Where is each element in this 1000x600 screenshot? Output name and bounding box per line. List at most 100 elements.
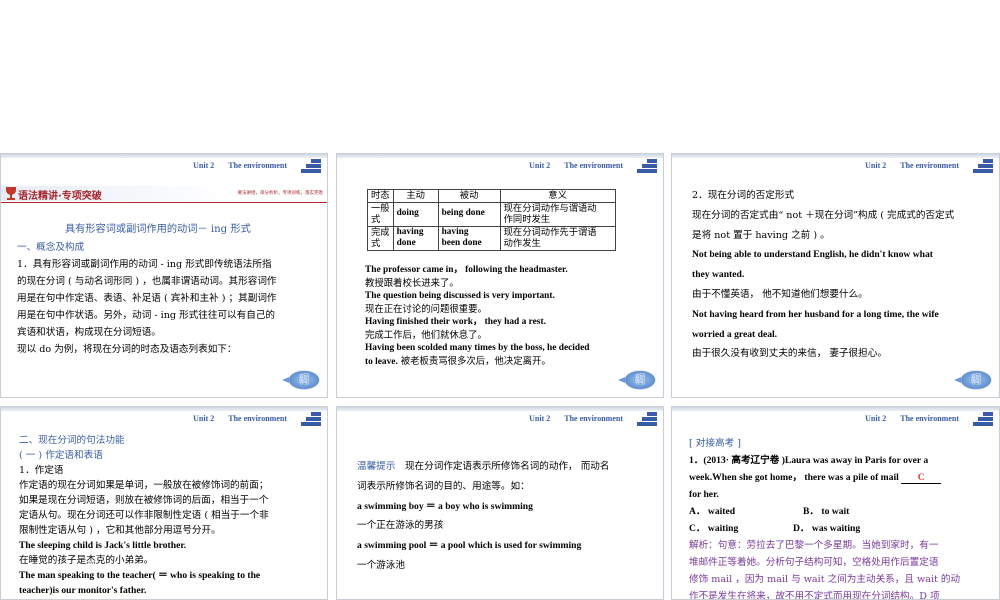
banner-title: 语法精讲·专项突破 [18, 191, 102, 202]
slide-header: Unit 2 The environment [865, 161, 959, 170]
paragraph: 二、现在分词的句法功能 ( 一 ) 作定语和表语 1．作定语 作定语的现在分词如… [19, 433, 319, 598]
example-sentence: The professor came in， following the hea… [365, 265, 568, 275]
options-row: A． waited B． to wait [689, 506, 850, 517]
table-header-row: 时态 主动 被动 意义 [367, 189, 616, 203]
text-line: 定语从句。现在分词还可以作非限制性定语 ( 相当于一个非 [19, 510, 269, 521]
example-sentence: to leave. 被老板责骂很多次后，他决定离开。 [365, 356, 551, 367]
section-tag: [ 对接高考 ] [689, 438, 741, 449]
text-line: 限制性定语从句 ) ，它和其他部分用逗号分开。 [19, 525, 221, 536]
example-translation: 由于很久没有收到丈夫的来信， 妻子很担心。 [692, 348, 887, 360]
text-line: 是将 not 置于 having 之前 ) 。 [692, 229, 830, 241]
table-cell: having done [392, 225, 439, 251]
table-cell: having been done [437, 225, 501, 251]
slide-top-bar [1, 154, 327, 158]
question-line: week.When she got home， there was a pile… [689, 469, 997, 486]
slide-top-bar [672, 407, 999, 411]
unit-logo-icon [973, 412, 993, 428]
example-sentence: a swimming boy ＝ a boy who is swimming [357, 500, 533, 512]
example-sentence: they wanted. [692, 269, 745, 281]
table-header-cell: 被动 [437, 189, 501, 203]
example-sentence: The man speaking to the teacher( ＝ who i… [19, 570, 261, 581]
paragraph: 2．现在分词的否定形式 现在分词的否定式由“ not ＋现在分词”构成 ( 完成… [692, 186, 992, 364]
section-banner: 语法精讲·专项突破 要法讲授，串分析析，专项训练，落实完善 [1, 184, 327, 204]
table-cell: doing [392, 201, 439, 227]
paragraph: 1．具有形容词或副词作用的动词 - ing 形式即传统语法所指 的现在分词 ( … [17, 256, 322, 358]
example-translation: 现在正在讨论的问题很重要。 [365, 304, 487, 315]
options-row: C． waiting D． was waiting [689, 523, 861, 534]
slide-6: Unit 2 The environment [ 对接高考 ] 1．(2013· … [671, 406, 1000, 600]
text-line: 用是在句中作定语、表语、补足语 ( 宾补和主补 ) ；其副词作 [17, 293, 277, 304]
unit-logo-icon [973, 159, 993, 175]
return-nav-button[interactable]: 返回 导引 [618, 371, 655, 389]
slide-header: Unit 2 The environment [193, 414, 287, 423]
question-line: 1．(2013· 高考辽宁卷 )Laura was away in Paris … [689, 455, 929, 466]
unit-logo-icon [301, 412, 321, 428]
answer-letter: C [917, 472, 925, 483]
text-line: 词表示所修饰名词的目的、用途等。如： [357, 480, 530, 492]
answer-blank: C [901, 472, 942, 484]
slide-header: Unit 2 The environment [529, 161, 623, 170]
slide-header: Unit 2 The environment [865, 414, 959, 423]
table-header-cell: 主动 [392, 189, 439, 203]
text-line: 的现在分词 ( 与动名词形同 ) ，也属非谓语动词。其形容词作 [17, 276, 277, 287]
question-line: for her. [689, 489, 719, 500]
analysis-line: 作不是发生在将来，故不用不定式而用现在分词结构。D 项 [689, 591, 940, 600]
example-sentence: worried a great deal. [692, 328, 778, 340]
section-heading: 二、现在分词的句法功能 [19, 435, 125, 446]
table-cell: 现在分词动作与谓语动 作同时发生 [499, 201, 616, 227]
section-heading: 一、概念及构成 [17, 242, 85, 253]
slide-header: Unit 2 The environment [529, 414, 623, 423]
table-cell: 完成式 [367, 225, 394, 251]
text-line: 宾语和状语，构成现在分词短语。 [17, 327, 161, 338]
subsection-heading: ( 一 ) 作定语和表语 [19, 450, 103, 461]
example-translation: 一个正在游泳的男孩 [357, 520, 444, 532]
slide-1: Unit 2 The environment 语法精讲·专项突破 要法讲授，串分析… [0, 153, 328, 398]
slide-3: Unit 2 The environment 2．现在分词的否定形式 现在分词的否… [671, 153, 1000, 398]
example-sentence: teacher)is our monitor's father. [19, 585, 147, 596]
example-translation: 在睡觉的孩子是杰克的小弟弟。 [19, 555, 154, 566]
tip-label: 温馨提示 [357, 461, 396, 472]
analysis-line: 堆邮件正等着她。分析句子结构可知，空格处用作后置定语 [689, 557, 939, 568]
paragraph: 温馨提示 现在分词作定语表示所修饰名词的动作， 而动名 词表示所修饰名词的目的、… [357, 457, 657, 576]
unit-logo-icon [637, 412, 657, 428]
unit-logo-icon [637, 159, 657, 175]
paragraph: [ 对接高考 ] 1．(2013· 高考辽宁卷 )Laura was away … [689, 435, 997, 600]
analysis-line: 修饰 mail ，因为 mail 与 wait 之间为主动关系，且 wait 的… [689, 574, 961, 585]
text-line: 温馨提示 现在分词作定语表示所修饰名词的动作， 而动名 [357, 461, 610, 472]
slide-4: Unit 2 The environment 二、现在分词的句法功能 ( 一 ) … [0, 406, 328, 600]
table-header-cell: 时态 [367, 189, 394, 203]
example-translation: 一个游泳池 [357, 559, 405, 571]
slide-top-bar [337, 407, 663, 411]
section-heading: 2．现在分词的否定形式 [692, 190, 795, 201]
example-translation: 完成工作后，他们就休息了。 [365, 330, 487, 341]
table-header-cell: 意义 [499, 189, 616, 203]
table-cell: 一般式 [367, 201, 394, 227]
example-sentence: The question being discussed is very imp… [365, 291, 555, 301]
slide-header: Unit 2 The environment [193, 161, 287, 170]
title: 具有形容词或副词作用的动词－ ing 形式 [65, 224, 251, 235]
slide-top-bar [1, 407, 327, 411]
text-line: 作定语的现在分词如果是单词，一般放在被修饰词的前面； [19, 480, 269, 491]
slide-2: Unit 2 The environment 时态 主动 被动 意义 一般式 do… [336, 153, 664, 398]
text-line: 1．作定语 [19, 465, 64, 476]
example-translation: 由于不懂英语， 他不知道他们想要什么。 [692, 288, 868, 300]
slide-top-bar [337, 154, 663, 158]
trophy-icon [6, 187, 16, 200]
example-sentence: Not being able to understand English, he… [692, 249, 933, 261]
return-nav-button[interactable]: 返回 导引 [282, 371, 319, 389]
table-cell: 现在分词动作先于谓语 动作发生 [499, 225, 616, 251]
text-line: 用是在句中作状语。另外，动词 - ing 形式往往可以有自己的 [17, 310, 276, 321]
text-line: 1．具有形容词或副词作用的动词 - ing 形式即传统语法所指 [17, 259, 272, 270]
table-cell: being done [437, 201, 501, 227]
table-row: 一般式 doing being done 现在分词动作与谓语动 作同时发生 [367, 201, 616, 227]
example-sentence: a swimming pool ＝ a pool which is used f… [357, 540, 582, 552]
example-translation: 教授跟着校长进来了。 [365, 278, 459, 289]
return-nav-button[interactable]: 返回 导引 [954, 371, 991, 389]
example-sentence: The sleeping child is Jack's little brot… [19, 540, 187, 551]
unit-logo-icon [301, 159, 321, 175]
text-line: 现在分词的否定式由“ not ＋现在分词”构成 ( 完成式的否定式 [692, 209, 955, 221]
table-row: 完成式 having done having been done 现在分词动作先于谓… [367, 225, 616, 251]
text-line: 现以 do 为例，将现在分词的时态及语态列表如下： [17, 344, 237, 355]
banner-subtitle: 要法讲授，串分析析，专项训练，落实完善 [237, 191, 324, 196]
example-sentence: Having been scolded many times by the bo… [365, 343, 590, 353]
